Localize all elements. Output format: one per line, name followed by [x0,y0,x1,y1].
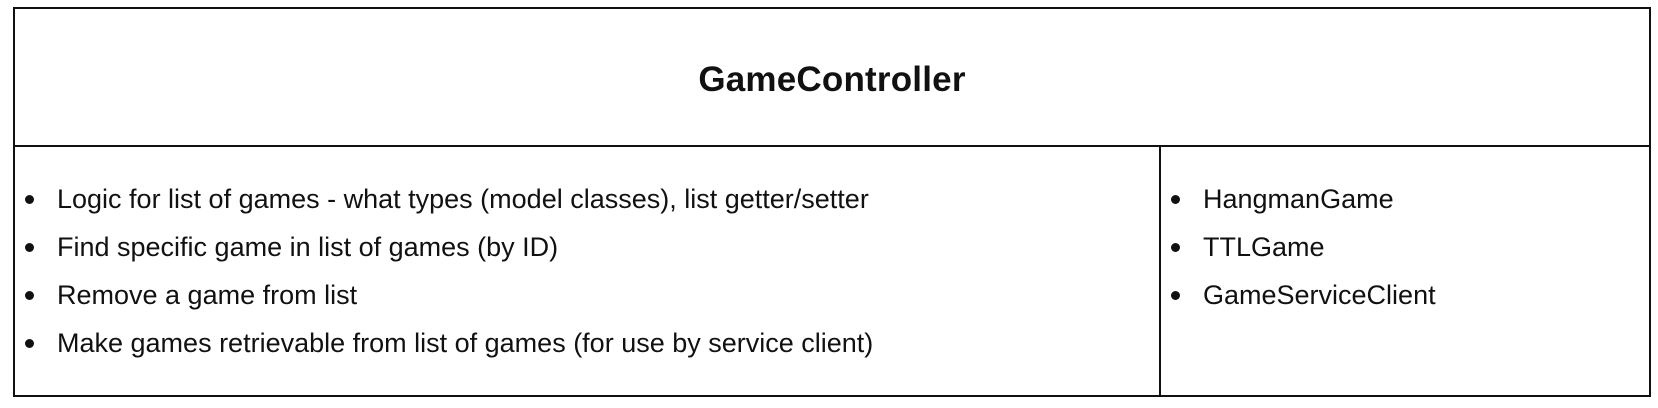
collaborator-item: GameServiceClient [1161,271,1649,319]
responsibility-item: Logic for list of games - what types (mo… [15,175,1159,223]
crc-card: GameController Logic for list of games -… [13,7,1651,397]
collaborators-column: HangmanGame TTLGame GameServiceClient [1161,147,1649,395]
collaborator-item: TTLGame [1161,223,1649,271]
responsibility-item: Make games retrievable from list of game… [15,319,1159,367]
card-header: GameController [15,9,1649,147]
card-body: Logic for list of games - what types (mo… [15,147,1649,395]
collaborator-item: HangmanGame [1161,175,1649,223]
class-name: GameController [698,60,966,99]
collaborators-list: HangmanGame TTLGame GameServiceClient [1161,175,1649,319]
responsibilities-column: Logic for list of games - what types (mo… [15,147,1161,395]
responsibilities-list: Logic for list of games - what types (mo… [15,175,1159,367]
responsibility-item: Find specific game in list of games (by … [15,223,1159,271]
responsibility-item: Remove a game from list [15,271,1159,319]
